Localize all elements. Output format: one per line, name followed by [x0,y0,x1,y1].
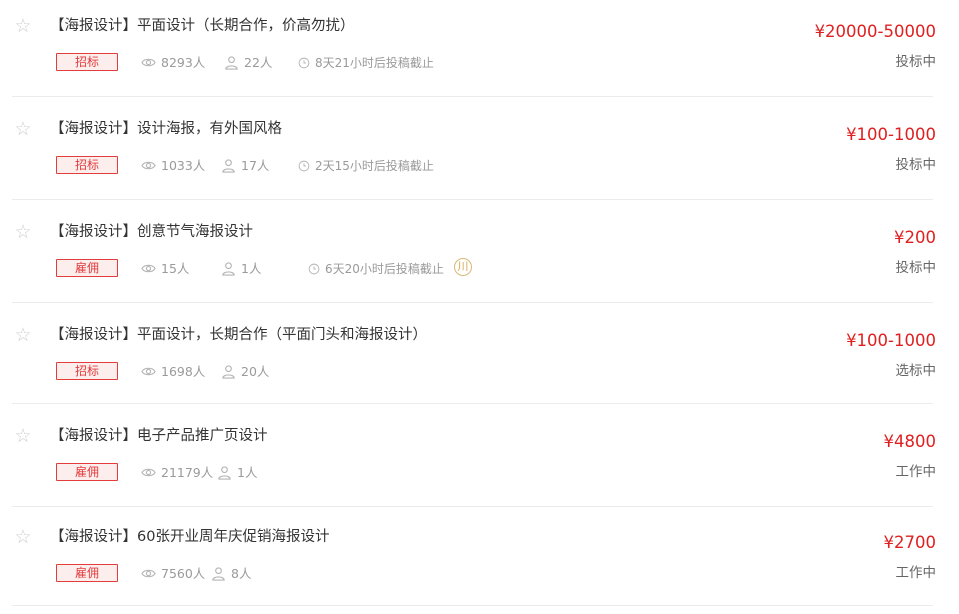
views-count: 15人 [141,261,189,277]
divider [12,506,933,507]
list-item: ☆ 【海报设计】60张开业周年庆促销海报设计 雇佣 7560人 8人 ¥2700… [0,511,959,614]
views-count: 1033人 [141,158,205,174]
participants-count: 20人 [221,364,269,380]
eye-icon [141,468,156,477]
views-count: 1698人 [141,364,205,380]
task-price: ¥100-1000 [846,331,936,350]
eye-icon [141,58,156,67]
clock-icon [298,160,310,172]
task-type-badge: 招标 [56,53,118,71]
views-count: 8293人 [141,55,205,71]
task-type-badge: 雇佣 [56,259,118,277]
participants-count: 17人 [221,158,269,174]
clock-icon [298,57,310,69]
list-item: ☆ 【海报设计】平面设计（长期合作，价高勿扰） 招标 8293人 22人 8天2… [0,0,959,103]
divider [12,302,933,303]
divider [12,96,933,97]
user-icon [222,365,235,379]
user-icon [218,466,231,480]
star-icon[interactable]: ☆ [13,119,33,139]
task-title[interactable]: 【海报设计】60张开业周年庆促销海报设计 [50,527,329,547]
user-icon [222,262,235,276]
clock-icon [308,263,320,275]
task-title[interactable]: 【海报设计】平面设计，长期合作（平面门头和海报设计） [50,325,427,345]
task-type-badge: 招标 [56,362,118,380]
participants-count: 22人 [224,55,272,71]
divider [12,605,933,606]
task-type-badge: 雇佣 [56,463,118,481]
eye-icon [141,264,156,273]
task-price: ¥20000-50000 [814,22,936,41]
user-icon [225,56,238,70]
list-item: ☆ 【海报设计】设计海报，有外国风格 招标 1033人 17人 2天15小时后投… [0,103,959,206]
task-type-badge: 雇佣 [56,564,118,582]
task-type-badge: 招标 [56,156,118,174]
sichuan-tag-icon: 川 [454,258,472,276]
star-icon[interactable]: ☆ [13,325,33,345]
deadline: 2天15小时后投稿截止 [298,158,434,174]
task-title[interactable]: 【海报设计】设计海报，有外国风格 [50,119,282,139]
eye-icon [141,161,156,170]
task-status: 工作中 [895,565,937,581]
task-price: ¥4800 [883,432,937,451]
task-status: 投标中 [895,54,937,70]
divider [12,403,933,404]
eye-icon [141,569,156,578]
task-status: 投标中 [895,157,937,173]
star-icon[interactable]: ☆ [13,426,33,446]
task-status: 投标中 [895,260,937,276]
list-item: ☆ 【海报设计】创意节气海报设计 雇佣 15人 1人 6天20小时后投稿截止 川… [0,206,959,309]
task-list: ☆ 【海报设计】平面设计（长期合作，价高勿扰） 招标 8293人 22人 8天2… [0,0,959,608]
task-price: ¥200 [894,228,936,247]
task-price: ¥100-1000 [846,125,936,144]
star-icon[interactable]: ☆ [13,16,33,36]
user-icon [212,567,225,581]
views-count: 21179人 [141,465,213,481]
star-icon[interactable]: ☆ [13,527,33,547]
participants-count: 1人 [217,465,257,481]
task-title[interactable]: 【海报设计】电子产品推广页设计 [50,426,268,446]
eye-icon [141,367,156,376]
task-status: 工作中 [895,464,937,480]
list-item: ☆ 【海报设计】电子产品推广页设计 雇佣 21179人 1人 ¥4800 工作中 [0,410,959,513]
user-icon [222,159,235,173]
divider [12,199,933,200]
participants-count: 8人 [211,566,251,582]
views-count: 7560人 [141,566,205,582]
list-item: ☆ 【海报设计】平面设计，长期合作（平面门头和海报设计） 招标 1698人 20… [0,309,959,412]
participants-count: 1人 [221,261,261,277]
task-title[interactable]: 【海报设计】平面设计（长期合作，价高勿扰） [50,16,355,36]
task-price: ¥2700 [883,533,937,552]
task-status: 选标中 [895,363,937,379]
task-title[interactable]: 【海报设计】创意节气海报设计 [50,222,253,242]
deadline: 6天20小时后投稿截止 [308,261,444,277]
deadline: 8天21小时后投稿截止 [298,55,434,71]
star-icon[interactable]: ☆ [13,222,33,242]
